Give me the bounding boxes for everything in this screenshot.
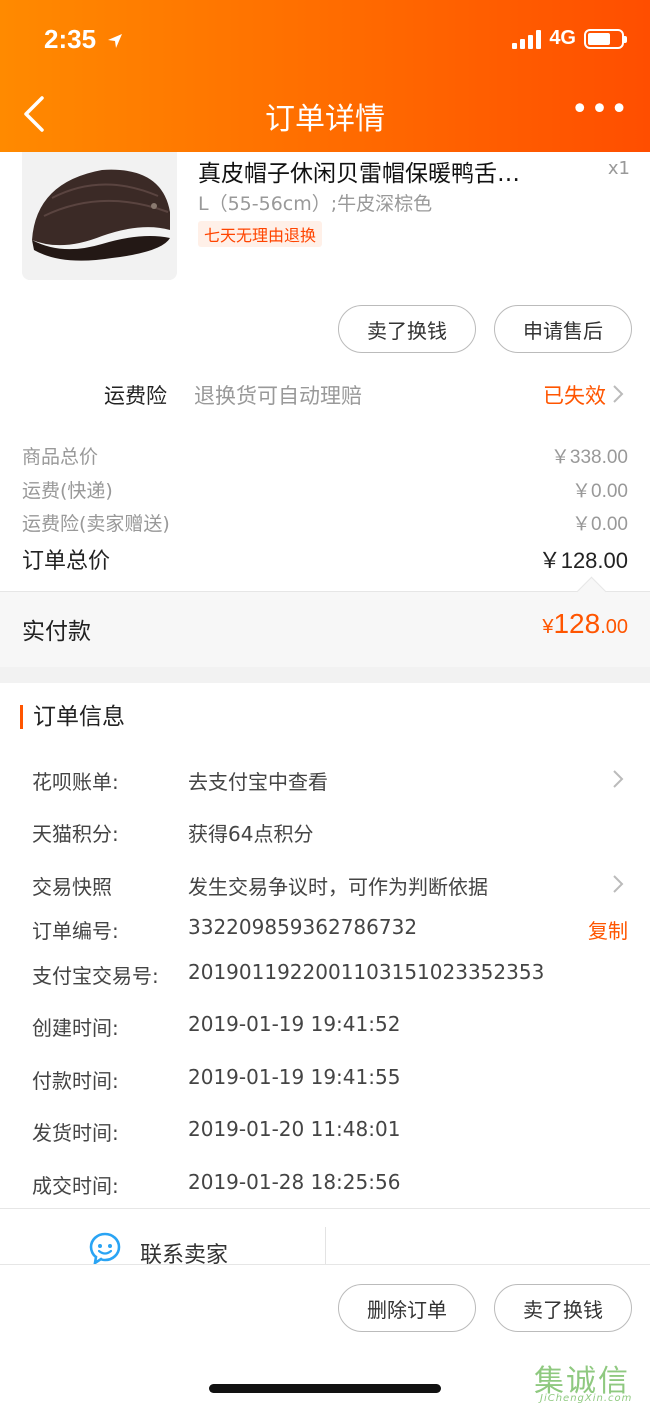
info-value: 获得64点积分	[188, 822, 314, 846]
battery-icon	[584, 28, 627, 49]
info-value: 2019-01-20 11:48:01	[188, 1117, 401, 1141]
chat-bubble-icon	[89, 1232, 121, 1265]
insurance-status: 已失效	[543, 384, 606, 408]
contact-bar: 联系卖家	[0, 1208, 650, 1268]
paid-value: ¥128.00	[542, 608, 628, 639]
header-bar: 2:35 4G 订单详情 •••	[0, 0, 650, 152]
info-key: 成交时间:	[32, 1174, 119, 1198]
watermark-logo: 集诚信 JiChengXin.com	[534, 1364, 633, 1404]
location-arrow-icon	[108, 34, 123, 48]
price-value: ￥338.00	[550, 447, 628, 468]
snapshot-row[interactable]: 交易快照 发生交易争议时，可作为判断依据	[0, 865, 650, 905]
huabei-bill-row[interactable]: 花呗账单: 去支付宝中查看	[0, 760, 650, 800]
sell-button[interactable]: 卖了换钱	[338, 305, 476, 353]
price-label: 商品总价	[22, 446, 99, 468]
info-key: 天猫积分:	[32, 822, 119, 846]
after-sale-button[interactable]: 申请售后	[494, 305, 632, 353]
delete-order-button[interactable]: 删除订单	[338, 1284, 476, 1332]
price-value: ￥0.00	[572, 481, 628, 502]
price-label: 运费(快递)	[22, 480, 113, 502]
page-title: 订单详情	[265, 102, 385, 137]
status-indicators: 4G	[512, 27, 627, 50]
info-key: 花呗账单:	[32, 770, 119, 794]
price-label: 运费险(卖家赠送)	[22, 513, 170, 535]
info-value: 2019-01-28 18:25:56	[188, 1170, 401, 1194]
more-menu-icon[interactable]: •••	[571, 95, 630, 125]
price-row-shipping: 运费(快递) ￥0.00	[0, 476, 650, 502]
info-key: 订单编号:	[32, 919, 119, 943]
info-value: 发生交易争议时，可作为判断依据	[188, 875, 488, 899]
product-name[interactable]: 真皮帽子休闲贝雷帽保暖鸭舌…	[198, 154, 538, 188]
info-value: 2019-01-19 19:41:52	[188, 1012, 401, 1036]
tmall-points-row: 天猫积分: 获得64点积分	[0, 812, 650, 852]
info-value: 2019-01-19 19:41:55	[188, 1065, 401, 1089]
info-key: 发货时间:	[32, 1121, 119, 1145]
product-item[interactable]: 真皮帽子休闲贝雷帽保暖鸭舌… x1 L（55-56cm）;牛皮深棕色 七天无理由…	[0, 152, 650, 292]
section-divider	[0, 667, 650, 683]
price-row-goods: 商品总价 ￥338.00	[0, 442, 650, 468]
product-spec: L（55-56cm）;牛皮深棕色	[198, 193, 433, 215]
product-quantity: x1	[607, 158, 630, 179]
info-value: 去支付宝中查看	[188, 770, 328, 794]
info-key: 支付宝交易号:	[32, 964, 159, 988]
chevron-right-icon	[613, 385, 624, 403]
paid-label: 实付款	[22, 619, 91, 645]
return-policy-badge: 七天无理由退换	[198, 221, 323, 247]
insurance-label: 运费险	[104, 384, 167, 408]
contact-divider	[325, 1227, 326, 1265]
info-value: 2019011922001103151023352353	[188, 960, 545, 984]
sell-bottom-button[interactable]: 卖了换钱	[494, 1284, 632, 1332]
shipped-time-row: 发货时间: 2019-01-20 11:48:01	[0, 1111, 650, 1151]
chevron-right-icon	[613, 770, 624, 788]
network-type: 4G	[549, 27, 576, 49]
order-total-row: 订单总价 ￥128.00	[0, 543, 650, 574]
insurance-desc: 退换货可自动理赔	[194, 384, 362, 408]
order-number-row: 订单编号: 332209859362786732 复制	[0, 909, 650, 949]
shipping-insurance-row[interactable]: 运费险 退换货可自动理赔 已失效	[0, 372, 650, 416]
order-info-title: 订单信息	[20, 705, 125, 729]
info-key: 付款时间:	[32, 1069, 119, 1093]
paid-time-row: 付款时间: 2019-01-19 19:41:55	[0, 1059, 650, 1099]
copy-button[interactable]: 复制	[588, 915, 628, 944]
created-time-row: 创建时间: 2019-01-19 19:41:52	[0, 1006, 650, 1046]
home-indicator[interactable]	[209, 1384, 441, 1393]
product-image[interactable]	[22, 152, 177, 280]
order-total-label: 订单总价	[22, 549, 111, 574]
info-key: 创建时间:	[32, 1016, 119, 1040]
alipay-trade-row: 支付宝交易号: 2019011922001103151023352353	[0, 954, 650, 994]
order-number: 332209859362786732	[188, 915, 418, 939]
order-total-value: ￥128.00	[538, 548, 628, 573]
completed-time-row: 成交时间: 2019-01-28 18:25:56	[0, 1164, 650, 1204]
paid-amount-row: 实付款 ¥128.00	[0, 591, 650, 667]
price-row-insurance: 运费险(卖家赠送) ￥0.00	[0, 509, 650, 535]
chevron-right-icon	[613, 875, 624, 893]
status-time: 2:35	[44, 24, 123, 55]
price-value: ￥0.00	[572, 514, 628, 535]
signal-icon	[512, 29, 542, 49]
cap-icon	[22, 152, 177, 280]
info-key: 交易快照	[32, 875, 112, 899]
